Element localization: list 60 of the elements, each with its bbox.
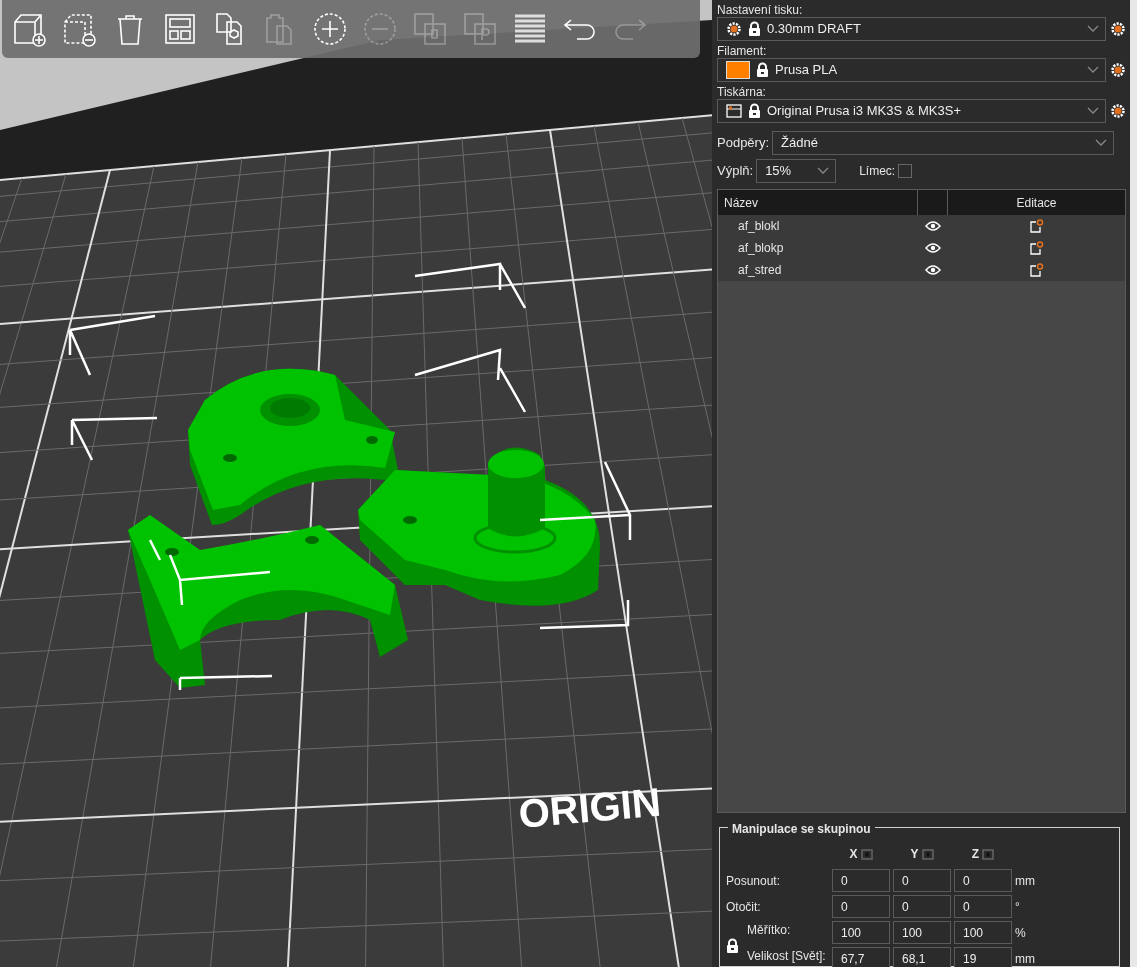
column-header: Editace [1015,194,1058,212]
field-label: Výplň: [717,162,754,181]
lock-icon [748,103,761,119]
number-field[interactable]: 100 [893,921,951,944]
number-field[interactable]: 100 [832,921,890,944]
brim-checkbox[interactable] [898,164,913,178]
printer-icon [726,103,742,119]
chevron-down-icon [1087,25,1099,33]
infill-dropdown[interactable]: 15% [756,159,837,183]
number-field[interactable]: 19 [954,947,1012,967]
bed-label: ORIGIN [516,779,663,836]
field-label: Límec: [859,163,896,180]
number-field[interactable]: 0 [954,895,1012,918]
chevron-down-icon [1095,139,1108,147]
edit-settings-icon[interactable] [1029,219,1044,233]
preset-dropdown[interactable]: 0.30mm DRAFT [717,17,1106,41]
number-field[interactable]: 0 [954,869,1012,892]
preset-dropdown[interactable]: Prusa PLA [717,58,1106,82]
edit-settings-icon[interactable] [1029,241,1044,255]
field-label: Nastavení tisku: [717,3,804,17]
chevron-down-icon [817,167,830,175]
eye-icon[interactable] [925,264,941,276]
field-label: Velikost [Svět]: [747,947,827,965]
unit-label: mm [1015,872,1036,890]
field-label: Otočit: [726,898,762,916]
eye-icon[interactable] [925,220,941,232]
chevron-down-icon [1087,66,1099,74]
unit-label: mm [1015,950,1036,967]
field-label: Tiskárna: [717,85,767,99]
number-field[interactable]: 0 [893,895,951,918]
unit-label: % [1015,924,1027,942]
number-field[interactable]: 0 [893,869,951,892]
axis-lock-icon[interactable] [921,848,934,860]
chevron-down-icon [1087,107,1099,115]
supports-dropdown[interactable]: Žádné [772,131,1115,155]
number-field[interactable]: 67,7 [832,947,890,967]
axis-label: Z [971,846,980,863]
field-label: Podpěry: [717,134,770,153]
preset-dropdown[interactable]: Original Prusa i3 MK3S & MK3S+ [717,99,1106,123]
edit-settings-icon[interactable] [1029,263,1044,277]
gear-icon[interactable] [1110,21,1126,37]
number-field[interactable]: 0 [832,895,890,918]
gear-icon[interactable] [1110,103,1126,119]
field-label: Měřítko: [747,921,792,939]
unit-label: ° [1015,898,1021,916]
axis-lock-icon[interactable] [860,848,873,860]
number-field[interactable]: 68,1 [893,947,951,967]
eye-icon[interactable] [925,242,941,254]
field-label: Posunout: [726,872,782,890]
number-field[interactable]: 0 [832,869,890,892]
axis-label: X [849,846,858,863]
axis-lock-icon[interactable] [982,848,995,860]
lock-icon [748,21,761,37]
lock-icon [756,62,769,78]
gear-icon[interactable] [1110,62,1126,78]
axis-label: Y [910,846,919,863]
preset-gear-icon [726,21,742,37]
scale-lock-icon[interactable] [726,937,739,954]
number-field[interactable]: 100 [954,921,1012,944]
field-label: Filament: [717,44,768,58]
